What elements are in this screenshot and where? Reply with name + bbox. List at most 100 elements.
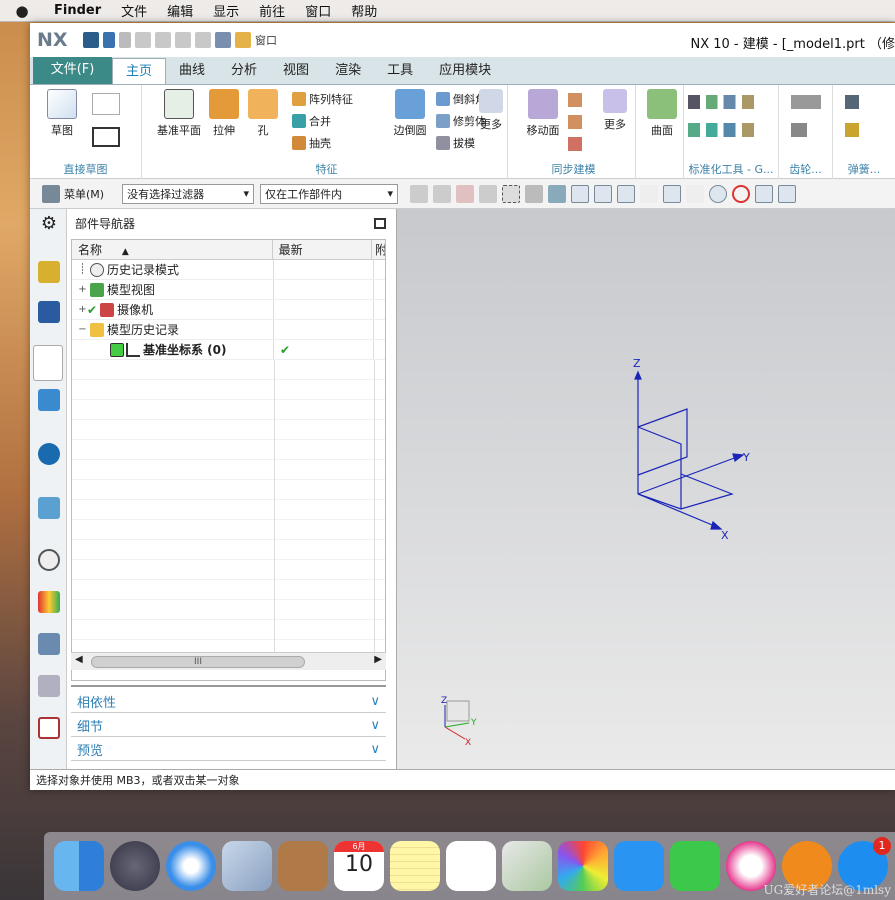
sync-more-button[interactable]: 更多 <box>598 89 632 132</box>
checkbox-icon[interactable] <box>110 342 124 357</box>
sync-tool-icon-2[interactable] <box>568 115 582 129</box>
spring-tool-icon[interactable] <box>845 123 859 137</box>
snap-icon-3[interactable] <box>456 184 475 203</box>
endpoint-snap-icon[interactable] <box>571 184 590 203</box>
contacts-icon[interactable] <box>278 841 328 891</box>
draft-button[interactable]: 拔模 <box>436 135 475 151</box>
system-scene-icon[interactable] <box>38 717 60 739</box>
settings-gear-icon[interactable]: ⚙ <box>38 213 60 235</box>
facetime-icon[interactable] <box>670 841 720 891</box>
copy-icon[interactable] <box>155 32 171 48</box>
panel-splitter[interactable] <box>71 685 386 687</box>
expand-icon[interactable]: + <box>78 304 87 315</box>
window-icon[interactable] <box>235 32 251 48</box>
scroll-right-icon[interactable]: ▶ <box>374 654 382 665</box>
intersection-snap-icon[interactable] <box>686 184 705 203</box>
tab-render[interactable]: 渲染 <box>322 58 374 84</box>
gear-icon[interactable] <box>791 95 821 109</box>
hole-button[interactable]: 孔 <box>248 89 278 138</box>
box-select-icon[interactable] <box>502 184 521 203</box>
selection-scope-dropdown[interactable]: 仅在工作部件内 ▾ <box>260 183 399 204</box>
section-preview[interactable]: 预览 ∨ <box>71 739 386 761</box>
gear-tool-icon[interactable] <box>791 123 807 137</box>
control-point-snap-icon[interactable] <box>663 184 682 203</box>
selection-filter-dropdown[interactable]: 没有选择过滤器 ▾ <box>122 183 255 204</box>
window-menu[interactable]: 窗口 <box>255 32 277 48</box>
process-studio-icon[interactable] <box>38 633 60 655</box>
tree-row[interactable]: + ✔ 摄像机 <box>72 300 385 320</box>
finder-icon[interactable] <box>54 841 104 891</box>
reminders-icon[interactable] <box>446 841 496 891</box>
photos-icon[interactable] <box>558 841 608 891</box>
datum-plane-button[interactable]: 基准平面 <box>154 89 204 138</box>
tree-row[interactable]: ┊ 历史记录模式 <box>72 260 385 280</box>
edge-blend-button[interactable]: 边倒圆 <box>390 89 430 138</box>
rectangle-icon[interactable] <box>92 127 120 147</box>
column-3[interactable]: 附 <box>372 240 385 259</box>
snap-icon-2[interactable] <box>433 184 452 203</box>
menu-view[interactable]: 显示 <box>203 1 249 20</box>
assembly-navigator-icon[interactable] <box>38 261 60 283</box>
scroll-thumb[interactable]: III <box>91 656 305 668</box>
mail-icon[interactable] <box>222 841 272 891</box>
section-dependencies[interactable]: 相依性 ∨ <box>71 691 386 713</box>
column-latest[interactable]: 最新 <box>273 240 372 259</box>
standard-tools-icons-1[interactable] <box>688 95 754 109</box>
spring-icon[interactable] <box>845 95 859 109</box>
constraint-navigator-icon[interactable] <box>38 301 60 323</box>
extrude-button[interactable]: 拉伸 <box>206 89 242 138</box>
cut-icon[interactable] <box>135 32 151 48</box>
calendar-icon[interactable]: 6月 10 <box>334 841 384 891</box>
repeat-command-icon[interactable] <box>195 32 211 48</box>
sketch-button[interactable]: 草图 <box>42 89 82 138</box>
sync-tool-icon-1[interactable] <box>568 93 582 107</box>
midpoint-snap-icon[interactable] <box>617 184 636 203</box>
menu-file[interactable]: 文件 <box>111 1 157 20</box>
graphics-viewport[interactable]: Z Y X Z Y X <box>397 209 895 769</box>
maps-icon[interactable] <box>502 841 552 891</box>
launchpad-icon[interactable] <box>110 841 160 891</box>
palette-icon[interactable] <box>38 591 60 613</box>
snap-icon-4[interactable] <box>479 184 498 203</box>
snap-icon-1[interactable] <box>410 184 429 203</box>
scroll-left-icon[interactable]: ◀ <box>75 654 83 665</box>
menu-finder[interactable]: Finder <box>44 3 111 18</box>
menu-button[interactable]: 菜单(M) <box>42 184 104 203</box>
web-browser-icon[interactable] <box>38 497 60 519</box>
part-navigator-icon[interactable] <box>33 345 63 381</box>
safari-icon[interactable] <box>166 841 216 891</box>
apple-menu-icon[interactable]: ● <box>0 2 44 20</box>
point-snap-icon[interactable] <box>755 184 774 203</box>
tab-analysis[interactable]: 分析 <box>218 58 270 84</box>
maximize-icon[interactable] <box>374 217 386 229</box>
column-name[interactable]: 名称 ▲ <box>72 240 273 259</box>
tab-tools[interactable]: 工具 <box>374 58 426 84</box>
delete-face-icon[interactable] <box>568 137 582 151</box>
pattern-feature-button[interactable]: 阵列特征 <box>292 91 353 107</box>
tree-row[interactable]: + 模型视图 <box>72 280 385 300</box>
surface-button[interactable]: 曲面 <box>644 89 680 138</box>
section-details[interactable]: 细节 ∨ <box>71 715 386 737</box>
tree-row[interactable]: − 模型历史记录 <box>72 320 385 340</box>
tree-row[interactable]: 基准坐标系 (0) ✔ <box>72 340 385 360</box>
standard-tools-icons-2[interactable] <box>688 123 754 137</box>
paste-icon[interactable] <box>175 32 191 48</box>
shell-button[interactable]: 抽壳 <box>292 135 331 151</box>
curve-snap-icon[interactable] <box>640 184 659 203</box>
unite-button[interactable]: 合并 <box>292 113 331 129</box>
tab-home[interactable]: 主页 <box>112 58 167 84</box>
tab-file[interactable]: 文件(F) <box>33 57 112 84</box>
move-face-button[interactable]: 移动面 <box>518 89 568 138</box>
sketch-curve-icon[interactable] <box>92 93 120 115</box>
expand-icon[interactable]: + <box>78 284 87 295</box>
touch-mode-icon[interactable] <box>215 32 231 48</box>
redo-icon[interactable] <box>119 32 131 48</box>
body-select-icon[interactable] <box>548 184 567 203</box>
component-select-icon[interactable] <box>525 184 544 203</box>
role-icon[interactable] <box>38 675 60 697</box>
save-icon[interactable] <box>83 32 99 48</box>
point-on-curve-icon[interactable] <box>778 184 797 203</box>
horizontal-scrollbar[interactable]: ◀ III ▶ <box>71 652 386 670</box>
menu-go[interactable]: 前往 <box>249 1 295 20</box>
quadrant-snap-icon[interactable] <box>732 184 751 203</box>
